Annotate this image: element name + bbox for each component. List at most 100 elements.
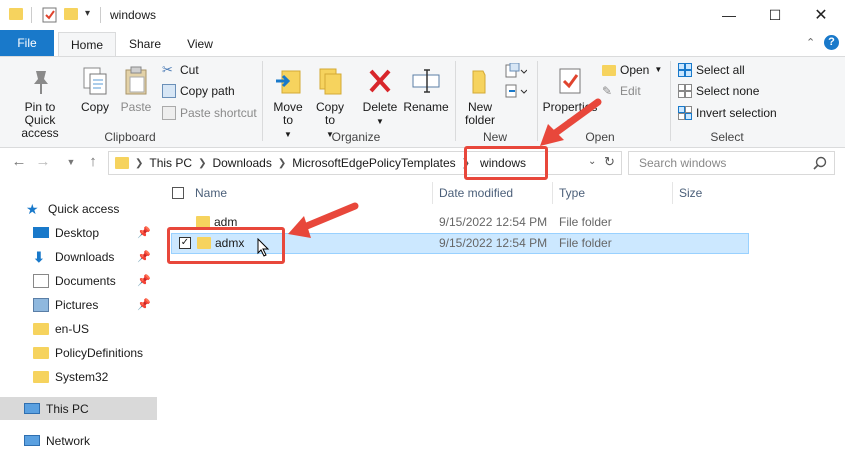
scissors-icon: ✂ bbox=[162, 62, 173, 77]
divider bbox=[537, 61, 538, 141]
column-name[interactable]: Name bbox=[195, 186, 227, 200]
breadcrumb-this-pc[interactable]: This PC bbox=[149, 156, 192, 170]
open-button[interactable]: Open ▼ bbox=[602, 61, 662, 79]
tab-file[interactable]: File bbox=[0, 30, 54, 56]
copy-to-button[interactable]: Copy to ▼ bbox=[310, 61, 350, 141]
tab-home[interactable]: Home bbox=[58, 32, 116, 57]
paste-icon bbox=[125, 66, 147, 95]
properties-button[interactable]: Properties ▼ bbox=[542, 61, 598, 128]
nav-network[interactable]: Network bbox=[0, 429, 157, 452]
folder-icon bbox=[9, 8, 23, 20]
move-to-button[interactable]: Move to ▼ bbox=[268, 61, 308, 141]
folder-icon bbox=[115, 157, 129, 169]
select-none-label: Select none bbox=[696, 84, 760, 98]
search-box[interactable]: Search windows bbox=[628, 151, 835, 175]
nav-item-pictures[interactable]: Pictures 📌 bbox=[0, 293, 157, 316]
divider bbox=[100, 7, 101, 23]
nav-this-pc[interactable]: This PC bbox=[0, 397, 157, 420]
folder-icon bbox=[33, 322, 49, 335]
column-type[interactable]: Type bbox=[559, 186, 585, 200]
open-folder-icon bbox=[602, 64, 616, 76]
chevron-down-icon: ▼ bbox=[566, 117, 574, 126]
breadcrumb-policy-templates[interactable]: MicrosoftEdgePolicyTemplates bbox=[292, 156, 455, 170]
nav-item-policy-definitions[interactable]: PolicyDefinitions bbox=[0, 341, 157, 364]
desktop-icon bbox=[33, 227, 49, 238]
tab-share[interactable]: Share bbox=[122, 32, 168, 56]
pin-to-quick-access-button[interactable]: Pin to Quick access bbox=[4, 61, 76, 140]
nav-label: Documents bbox=[55, 273, 116, 288]
paste-shortcut-button[interactable]: Paste shortcut bbox=[162, 104, 257, 122]
breadcrumb-downloads[interactable]: Downloads bbox=[212, 156, 271, 170]
select-all-label: Select all bbox=[696, 63, 745, 77]
copy-path-button[interactable]: Copy path bbox=[162, 82, 235, 100]
properties-label: Properties bbox=[542, 100, 598, 114]
recent-locations-button[interactable]: ▼ bbox=[62, 152, 80, 172]
maximize-button[interactable]: ☐ bbox=[752, 0, 798, 30]
cut-button[interactable]: ✂ Cut bbox=[162, 61, 199, 79]
nav-item-en-us[interactable]: en-US bbox=[0, 317, 157, 340]
forward-button[interactable]: → bbox=[34, 152, 52, 172]
file-date: 9/15/2022 12:54 PM bbox=[439, 236, 548, 250]
chevron-down-icon: ▼ bbox=[654, 65, 663, 74]
nav-item-documents[interactable]: Documents 📌 bbox=[0, 269, 157, 292]
nav-item-downloads[interactable]: ⬇ Downloads 📌 bbox=[0, 245, 157, 268]
search-input[interactable]: Search windows bbox=[639, 156, 726, 170]
delete-label: Delete bbox=[362, 100, 398, 114]
easy-access-icon[interactable] bbox=[505, 83, 528, 99]
chevron-right-icon[interactable]: ❯ bbox=[135, 158, 143, 169]
refresh-icon[interactable]: ↻ bbox=[604, 154, 615, 170]
select-all-checkbox[interactable] bbox=[172, 187, 184, 199]
rename-button[interactable]: Rename bbox=[402, 61, 450, 114]
invert-selection-label: Invert selection bbox=[696, 106, 777, 120]
nav-label: Network bbox=[46, 433, 91, 448]
search-icon bbox=[813, 156, 827, 170]
invert-selection-button[interactable]: Invert selection bbox=[678, 104, 777, 122]
up-button[interactable]: ↑ bbox=[84, 152, 102, 172]
chevron-right-icon[interactable]: ❯ bbox=[278, 158, 286, 169]
new-folder-icon bbox=[472, 70, 486, 94]
customize-quick-access-icon[interactable]: ▾ bbox=[85, 8, 90, 19]
select-none-icon bbox=[678, 84, 692, 98]
divider bbox=[670, 61, 671, 141]
cut-label: Cut bbox=[180, 63, 199, 77]
nav-label: PolicyDefinitions bbox=[55, 345, 144, 360]
properties-quick-icon[interactable] bbox=[42, 6, 58, 23]
chevron-right-icon[interactable]: ❯ bbox=[198, 158, 206, 169]
select-none-button[interactable]: Select none bbox=[678, 82, 759, 100]
folder-icon bbox=[33, 346, 49, 359]
divider bbox=[552, 182, 553, 204]
column-size[interactable]: Size bbox=[679, 186, 702, 200]
close-button[interactable]: ✕ bbox=[798, 0, 844, 30]
paste-button[interactable]: Paste bbox=[116, 61, 156, 114]
divider bbox=[672, 182, 673, 204]
new-folder-quick-icon[interactable] bbox=[64, 8, 78, 20]
back-button[interactable]: ← bbox=[10, 152, 28, 172]
nav-label: System32 bbox=[55, 369, 109, 384]
copy-path-icon bbox=[162, 84, 176, 98]
pictures-icon bbox=[33, 297, 49, 312]
collapse-ribbon-icon[interactable]: ⌃ bbox=[806, 36, 815, 49]
properties-icon bbox=[559, 68, 581, 94]
select-all-button[interactable]: Select all bbox=[678, 61, 745, 79]
rename-icon bbox=[412, 69, 440, 93]
help-icon[interactable]: ? bbox=[824, 35, 839, 50]
nav-item-system32[interactable]: System32 bbox=[0, 365, 157, 388]
tab-view[interactable]: View bbox=[178, 32, 222, 56]
open-group-label: Open bbox=[585, 130, 615, 144]
minimize-button[interactable]: — bbox=[706, 0, 752, 30]
ribbon-tabs: File Home Share View ⌃ ? bbox=[0, 30, 845, 57]
star-icon: ★ bbox=[26, 200, 39, 217]
new-item-icon[interactable] bbox=[505, 62, 528, 79]
edit-button[interactable]: ✎ Edit bbox=[602, 82, 641, 100]
delete-button[interactable]: Delete ▼ bbox=[360, 61, 400, 128]
column-date-modified[interactable]: Date modified bbox=[439, 186, 513, 200]
new-folder-button[interactable]: New folder bbox=[460, 61, 500, 127]
copy-button[interactable]: Copy bbox=[76, 61, 114, 114]
nav-quick-access[interactable]: ★ Quick access bbox=[0, 197, 157, 220]
pin-icon bbox=[34, 71, 48, 94]
delete-icon bbox=[369, 69, 391, 93]
nav-label: en-US bbox=[55, 321, 90, 336]
nav-item-desktop[interactable]: Desktop 📌 bbox=[0, 221, 157, 244]
address-history-icon[interactable]: ⌄ bbox=[588, 156, 596, 167]
select-all-icon bbox=[678, 63, 692, 77]
